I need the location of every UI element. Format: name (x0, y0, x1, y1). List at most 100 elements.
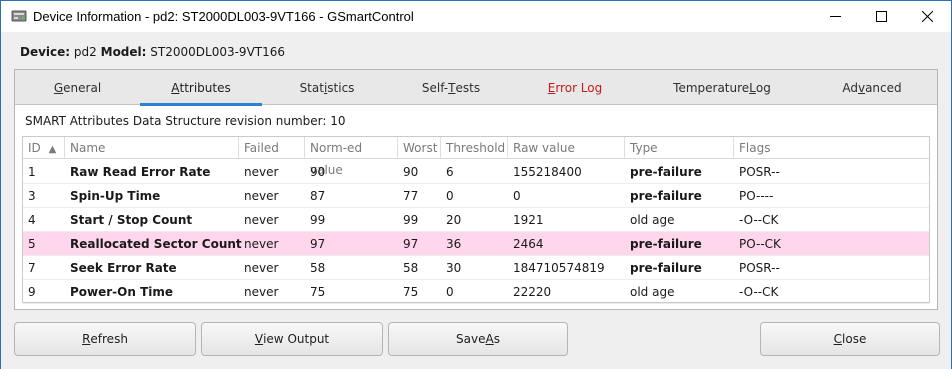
column-header-failed[interactable]: Failed (239, 137, 305, 159)
refresh-button[interactable]: Refresh (14, 322, 196, 356)
cell-normed-value: 58 (310, 261, 326, 275)
cell-worst: 58 (403, 261, 419, 275)
cell-flags: PO---- (739, 189, 774, 203)
cell-type: pre-failure (630, 237, 702, 251)
tab-notebook: General Attributes Stat i stics Self- Tests… (14, 69, 938, 310)
cell-normed-value: 97 (310, 237, 326, 251)
cell-name: Reallocated Sector Count (70, 237, 242, 251)
dialog-content: Device: pd2 Model: ST2000DL003-9VT166 Ge… (1, 32, 951, 369)
minimize-icon (829, 16, 841, 17)
table-header: ID ▲ Name Failed Norm-ed value Worst Thr… (23, 137, 929, 177)
tab-advanced[interactable]: Ad v anced (807, 70, 937, 105)
cell-failed: never (244, 285, 279, 299)
tab-statistics[interactable]: Stat i stics (265, 70, 389, 105)
cell-worst: 77 (403, 189, 419, 203)
tab-attributes[interactable]: Attributes (140, 70, 262, 106)
cell-threshold: 6 (446, 165, 454, 179)
tab-temperature-log[interactable]: Temperature Log (637, 70, 807, 105)
cell-flags: PO--CK (739, 237, 781, 251)
cell-raw-value: 0 (513, 189, 521, 203)
cell-failed: never (244, 261, 279, 275)
column-header-normed-value[interactable]: Norm-ed value (305, 137, 398, 177)
cell-id: 7 (28, 261, 36, 275)
tab-general[interactable]: General (15, 70, 140, 105)
cell-name: Start / Stop Count (70, 213, 193, 227)
cell-normed-value: 87 (310, 189, 326, 203)
cell-raw-value: 184710574819 (513, 261, 605, 275)
sort-ascending-icon: ▲ (48, 144, 57, 155)
cell-raw-value: 155218400 (513, 165, 582, 179)
cell-type: pre-failure (630, 165, 702, 179)
close-icon (921, 11, 933, 22)
cell-id: 9 (28, 285, 36, 299)
cell-id: 3 (28, 189, 36, 203)
cell-id: 1 (28, 165, 36, 179)
tab-bar: General Attributes Stat i stics Self- Tests… (15, 70, 937, 106)
device-info-line: Device: pd2 Model: ST2000DL003-9VT166 (20, 45, 285, 59)
cell-threshold: 0 (446, 285, 454, 299)
cell-normed-value: 99 (310, 213, 326, 227)
maximize-icon (875, 11, 887, 22)
active-tab-indicator (140, 103, 262, 106)
cell-flags: -O--CK (739, 213, 779, 227)
cell-type: old age (630, 285, 675, 299)
column-header-flags[interactable]: Flags (734, 137, 929, 159)
table-row[interactable]: 3 Spin-Up Time never 87 77 0 0 pre-failure PO---… (23, 184, 929, 208)
close-window-button[interactable] (904, 1, 950, 32)
cell-threshold: 20 (446, 213, 462, 227)
table-row[interactable]: 4 Start / Stop Count never 99 99 20 1921 old ag… (23, 208, 929, 232)
table-row[interactable]: 1 Raw Read Error Rate never 90 90 6 155218400 p… (23, 160, 929, 184)
cell-name: Spin-Up Time (70, 189, 161, 203)
column-header-type[interactable]: Type (625, 137, 734, 159)
title-bar[interactable]: Device Information - pd2: ST2000DL003-9V… (1, 1, 951, 32)
cell-raw-value: 2464 (513, 237, 544, 251)
cell-type: old age (630, 213, 675, 227)
table-row[interactable]: 5 Reallocated Sector Count never 97 97 36 2464… (23, 232, 929, 256)
column-header-name[interactable]: Name (65, 137, 239, 159)
column-header-threshold[interactable]: Threshold (441, 137, 508, 159)
model-label: Model: (100, 45, 147, 59)
cell-normed-value: 75 (310, 285, 326, 299)
window-title: Device Information - pd2: ST2000DL003-9V… (33, 9, 414, 24)
minimize-button[interactable] (812, 1, 858, 32)
cell-threshold: 30 (446, 261, 462, 275)
cell-threshold: 36 (446, 237, 462, 251)
table-row[interactable]: 7 Seek Error Rate never 58 58 30 184710574819 p… (23, 256, 929, 280)
attributes-table[interactable]: ID ▲ Name Failed Norm-ed value Worst Thr… (22, 136, 930, 304)
cell-name: Raw Read Error Rate (70, 165, 211, 179)
device-information-window: Device Information - pd2: ST2000DL003-9V… (0, 0, 952, 369)
cell-flags: POSR-- (739, 165, 780, 179)
table-row[interactable]: 9 Power-On Time never 75 75 0 22220 old age -O--… (23, 280, 929, 304)
maximize-button[interactable] (858, 1, 904, 32)
cell-flags: POSR-- (739, 261, 780, 275)
view-output-button[interactable]: View Output (201, 322, 383, 356)
device-value: pd2 (73, 45, 97, 59)
cell-failed: never (244, 213, 279, 227)
cell-type: pre-failure (630, 261, 702, 275)
cell-id: 4 (28, 213, 36, 227)
cell-raw-value: 1921 (513, 213, 544, 227)
cell-worst: 75 (403, 285, 419, 299)
model-value: ST2000DL003-9VT166 (150, 45, 286, 59)
column-header-worst[interactable]: Worst (398, 137, 441, 159)
column-header-raw-value[interactable]: Raw value (508, 137, 625, 159)
column-header-id[interactable]: ID ▲ (23, 137, 65, 159)
cell-id: 5 (28, 237, 36, 251)
cell-failed: never (244, 237, 279, 251)
cell-name: Power-On Time (70, 285, 174, 299)
cell-failed: never (244, 189, 279, 203)
tab-error-log[interactable]: Error Log (513, 70, 637, 105)
save-as-button[interactable]: Save As (388, 322, 568, 356)
cell-flags: -O--CK (739, 285, 779, 299)
device-label: Device: (20, 45, 71, 59)
cell-failed: never (244, 165, 279, 179)
cell-raw-value: 22220 (513, 285, 552, 299)
cell-threshold: 0 (446, 189, 454, 203)
drive-icon (11, 10, 27, 22)
cell-worst: 99 (403, 213, 419, 227)
tab-self-tests[interactable]: Self- Tests (389, 70, 513, 105)
cell-normed-value: 90 (310, 165, 326, 179)
revision-label: SMART Attributes Data Structure revision… (25, 114, 346, 128)
close-button[interactable]: Close (760, 322, 940, 356)
cell-worst: 90 (403, 165, 419, 179)
